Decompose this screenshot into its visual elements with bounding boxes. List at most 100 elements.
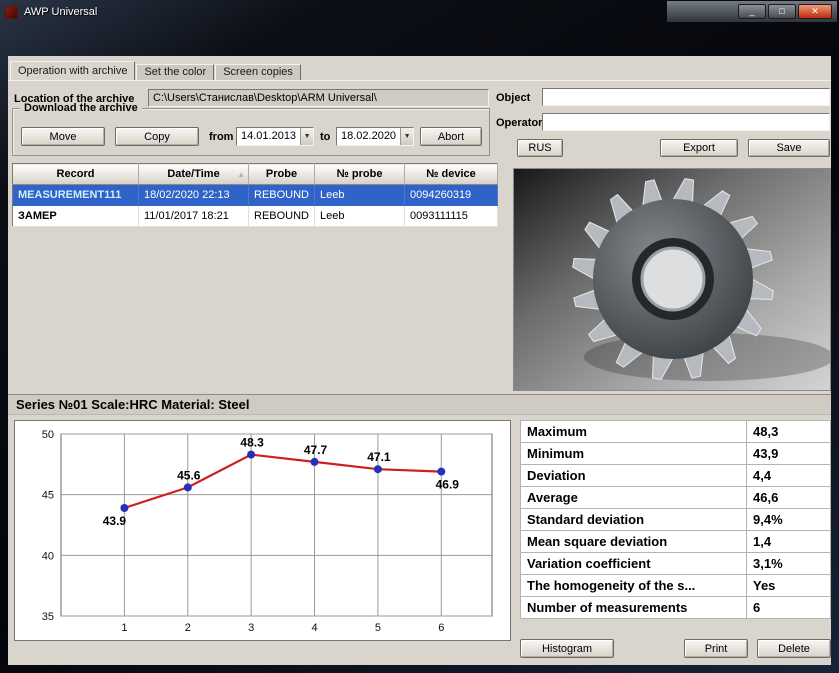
date-from-value: 14.01.2013 [237, 128, 300, 145]
column-datetime-label: Date/Time [167, 168, 219, 180]
stat-label: The homogeneity of the s... [521, 575, 747, 597]
save-button[interactable]: Save [748, 139, 830, 157]
app-window: AWP Universal _ □ ✕ Operation with archi… [0, 0, 839, 673]
stat-label: Standard deviation [521, 509, 747, 531]
date-to-value: 18.02.2020 [337, 128, 400, 145]
column-probe[interactable]: Probe [249, 164, 315, 185]
stat-label: Average [521, 487, 747, 509]
stat-label: Maximum [521, 421, 747, 443]
svg-text:4: 4 [311, 622, 317, 634]
cell-probe[interactable]: REBOUND [249, 206, 315, 227]
stat-label: Variation coefficient [521, 553, 747, 575]
svg-text:46.9: 46.9 [436, 478, 460, 492]
stat-row: Minimum43,9 [521, 443, 831, 465]
tab-screen-copies[interactable]: Screen copies [215, 64, 301, 80]
maximize-button[interactable]: □ [768, 4, 796, 19]
svg-text:3: 3 [248, 622, 254, 634]
tab-set-the-color[interactable]: Set the color [136, 64, 214, 80]
cell-record[interactable]: MEASUREMENT111 [13, 185, 139, 206]
stat-value: 4,4 [747, 465, 831, 487]
archive-location-input[interactable]: C:\Users\Станислав\Desktop\ARM Universal… [148, 89, 489, 107]
column-datetime[interactable]: Date/Time ▲ [139, 164, 249, 185]
object-input[interactable] [542, 88, 830, 106]
svg-text:45: 45 [42, 490, 54, 502]
cell-datetime[interactable]: 11/01/2017 18:21 [139, 206, 249, 227]
abort-button[interactable]: Abort [420, 127, 482, 146]
svg-text:47.7: 47.7 [304, 443, 328, 457]
window-controls: _ □ ✕ [738, 4, 832, 19]
column-record[interactable]: Record [13, 164, 139, 185]
chevron-down-icon[interactable]: ▼ [400, 128, 413, 145]
record-row[interactable]: ЗАМЕР 11/01/2017 18:21 REBOUND Leeb 0093… [13, 206, 498, 227]
svg-text:47.1: 47.1 [367, 450, 391, 464]
minimize-button[interactable]: _ [738, 4, 766, 19]
cell-probe-no[interactable]: Leeb [315, 206, 405, 227]
svg-text:35: 35 [42, 611, 54, 623]
cell-probe[interactable]: REBOUND [249, 185, 315, 206]
copy-button[interactable]: Copy [115, 127, 199, 146]
main-content: Operation with archive Set the color Scr… [8, 56, 831, 665]
records-header-row: Record Date/Time ▲ Probe № probe № device [13, 164, 498, 185]
from-label: from [209, 131, 233, 143]
stat-label: Mean square deviation [521, 531, 747, 553]
cell-record[interactable]: ЗАМЕР [13, 206, 139, 227]
cell-device-no[interactable]: 0093111115 [405, 206, 498, 227]
chevron-down-icon[interactable]: ▼ [300, 128, 313, 145]
histogram-button[interactable]: Histogram [520, 639, 614, 658]
stat-row: Maximum48,3 [521, 421, 831, 443]
stat-value: 43,9 [747, 443, 831, 465]
series-header-bar: Series №01 Scale:HRC Material: Steel [8, 394, 831, 415]
svg-text:48.3: 48.3 [240, 436, 264, 450]
stat-value: 1,4 [747, 531, 831, 553]
stat-label: Number of measurements [521, 597, 747, 619]
stat-value: 6 [747, 597, 831, 619]
stat-value: 46,6 [747, 487, 831, 509]
rus-language-button[interactable]: RUS [517, 139, 563, 157]
date-from-picker[interactable]: 14.01.2013 ▼ [236, 127, 314, 146]
print-button[interactable]: Print [684, 639, 748, 658]
svg-text:40: 40 [42, 550, 54, 562]
svg-text:5: 5 [375, 622, 381, 634]
to-label: to [320, 131, 330, 143]
cell-device-no[interactable]: 0094260319 [405, 185, 498, 206]
date-to-picker[interactable]: 18.02.2020 ▼ [336, 127, 414, 146]
cell-probe-no[interactable]: Leeb [315, 185, 405, 206]
operator-input[interactable] [542, 113, 830, 131]
sort-icon: ▲ [237, 170, 245, 179]
svg-text:1: 1 [121, 622, 127, 634]
object-label: Object [496, 92, 530, 104]
delete-button[interactable]: Delete [757, 639, 831, 658]
stat-label: Minimum [521, 443, 747, 465]
stat-row: Average46,6 [521, 487, 831, 509]
move-button[interactable]: Move [21, 127, 105, 146]
column-probe-no[interactable]: № probe [315, 164, 405, 185]
tab-bar: Operation with archive Set the color Scr… [10, 61, 302, 80]
stat-value: 3,1% [747, 553, 831, 575]
measurement-line-chart: 3540455012345643.945.648.347.747.146.9 [15, 421, 510, 640]
stat-label: Deviation [521, 465, 747, 487]
svg-text:6: 6 [438, 622, 444, 634]
tab-operation-with-archive[interactable]: Operation with archive [10, 61, 135, 80]
record-row-selected[interactable]: MEASUREMENT111 18/02/2020 22:13 REBOUND … [13, 185, 498, 206]
operator-label: Operator [496, 117, 542, 129]
stat-row: The homogeneity of the s...Yes [521, 575, 831, 597]
svg-text:50: 50 [42, 429, 54, 441]
column-device-no[interactable]: № device [405, 164, 498, 185]
records-table: Record Date/Time ▲ Probe № probe № device… [12, 163, 498, 227]
stat-row: Deviation4,4 [521, 465, 831, 487]
stat-value: 48,3 [747, 421, 831, 443]
close-button[interactable]: ✕ [798, 4, 832, 19]
export-button[interactable]: Export [660, 139, 738, 157]
cutter-image [514, 169, 830, 390]
cell-datetime[interactable]: 18/02/2020 22:13 [139, 185, 249, 206]
series-header-text: Series №01 Scale:HRC Material: Steel [8, 397, 249, 412]
hardness-chart-panel: 3540455012345643.945.648.347.747.146.9 [14, 420, 511, 641]
app-icon [5, 6, 18, 19]
titlebar[interactable]: AWP Universal _ □ ✕ [2, 2, 837, 22]
stat-value: Yes [747, 575, 831, 597]
tab-page-border [8, 80, 831, 81]
window-title: AWP Universal [24, 6, 97, 18]
milling-cutter-photo [513, 168, 831, 391]
stat-row: Number of measurements6 [521, 597, 831, 619]
svg-text:2: 2 [185, 622, 191, 634]
